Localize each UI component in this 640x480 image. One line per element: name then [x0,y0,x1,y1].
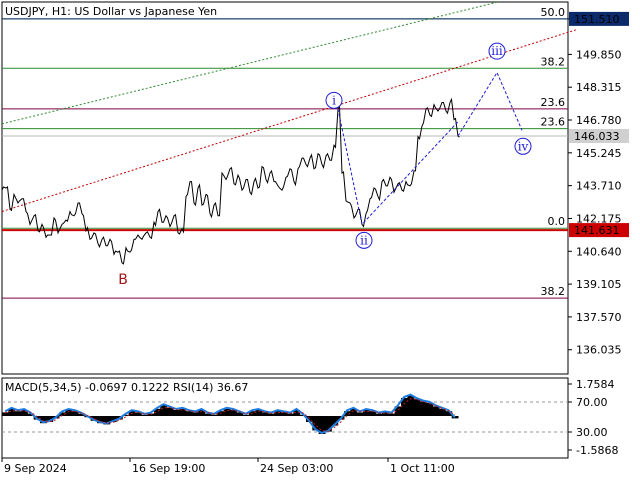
macd-tick-label-0: 1.7584 [576,378,615,391]
x-tick-label-1: 16 Sep 19:00 [132,462,205,475]
x-tick-label-3: 1 Oct 11:00 [390,462,455,475]
price-chart[interactable]: 50.038.223.60.023.638.2 iiiiiiivB 151.51… [0,0,640,480]
y-tick-label-9: 137.570 [576,311,622,324]
y-tick-label-7: 140.640 [576,245,622,258]
macd-bar-25 [160,405,168,416]
resistance-price-tag: 151.510 [574,13,620,26]
macd-bar-41 [261,412,269,416]
macd-bar-68 [432,406,440,416]
macd-bar-42 [268,413,275,416]
macd-bar-30 [192,412,199,416]
macd-bar-2 [14,411,22,416]
macd-bar-61 [388,413,396,416]
macd-bar-67 [426,402,434,416]
x-tick-label-0: 9 Sep 2024 [4,462,67,475]
y-tick-label-2: 148.315 [576,81,622,94]
fib-level-label-1: 38.2 [541,55,566,68]
macd-bar-45 [287,413,294,416]
y-tick-label-5: 143.710 [576,180,622,193]
y-tick-label-1: 149.850 [576,48,622,61]
macd-bar-57 [363,410,370,416]
macd-bar-29 [185,411,193,416]
fib-level-label-4: 23.6 [541,96,566,109]
macd-bar-69 [439,408,446,416]
macd-tick-label-2: 30.00 [576,426,608,439]
macd-bar-10 [65,410,73,416]
fib-level-label-0: 50.0 [541,6,566,19]
fib-level-label-5: 38.2 [541,285,566,298]
macd-bar-27 [173,410,180,416]
macd-tick-label-3: -1.5868 [576,444,618,457]
y-tick-label-3: 146.780 [576,114,622,127]
macd-bar-33 [211,414,218,416]
wave-label-i: i [332,93,336,107]
wave-label-iii: iii [491,44,503,58]
macd-bar-35 [223,408,231,416]
macd-bar-66 [420,401,427,416]
current-price-tag: 146.033 [574,130,620,143]
macd-bar-65 [413,399,421,416]
y-tick-label-8: 139.105 [576,278,622,291]
indicator-title: MACD(5,34,5) -0.0697 0.1222 RSI(14) 36.6… [5,381,248,394]
wave-label-iv: iv [518,139,529,153]
x-tick-label-2: 24 Sep 03:00 [260,462,333,475]
macd-bar-56 [356,412,364,416]
chart-title: USDJPY, H1: US Dollar vs Japanese Yen [5,5,217,18]
macd-bar-59 [375,413,383,416]
fib-level-label-2: 23.6 [541,116,566,129]
support-price-tag: 141.631 [574,224,620,237]
macd-bar-22 [141,414,149,416]
fib-level-label-3: 0.0 [548,215,566,228]
wave-label-B: B [118,272,128,288]
y-tick-label-4: 145.245 [576,147,622,160]
macd-bar-38 [242,414,250,416]
macd-bar-26 [166,407,174,416]
wave-label-ii: ii [360,233,368,247]
y-tick-label-10: 136.035 [576,344,622,357]
macd-tick-label-1: 70.00 [576,396,608,409]
